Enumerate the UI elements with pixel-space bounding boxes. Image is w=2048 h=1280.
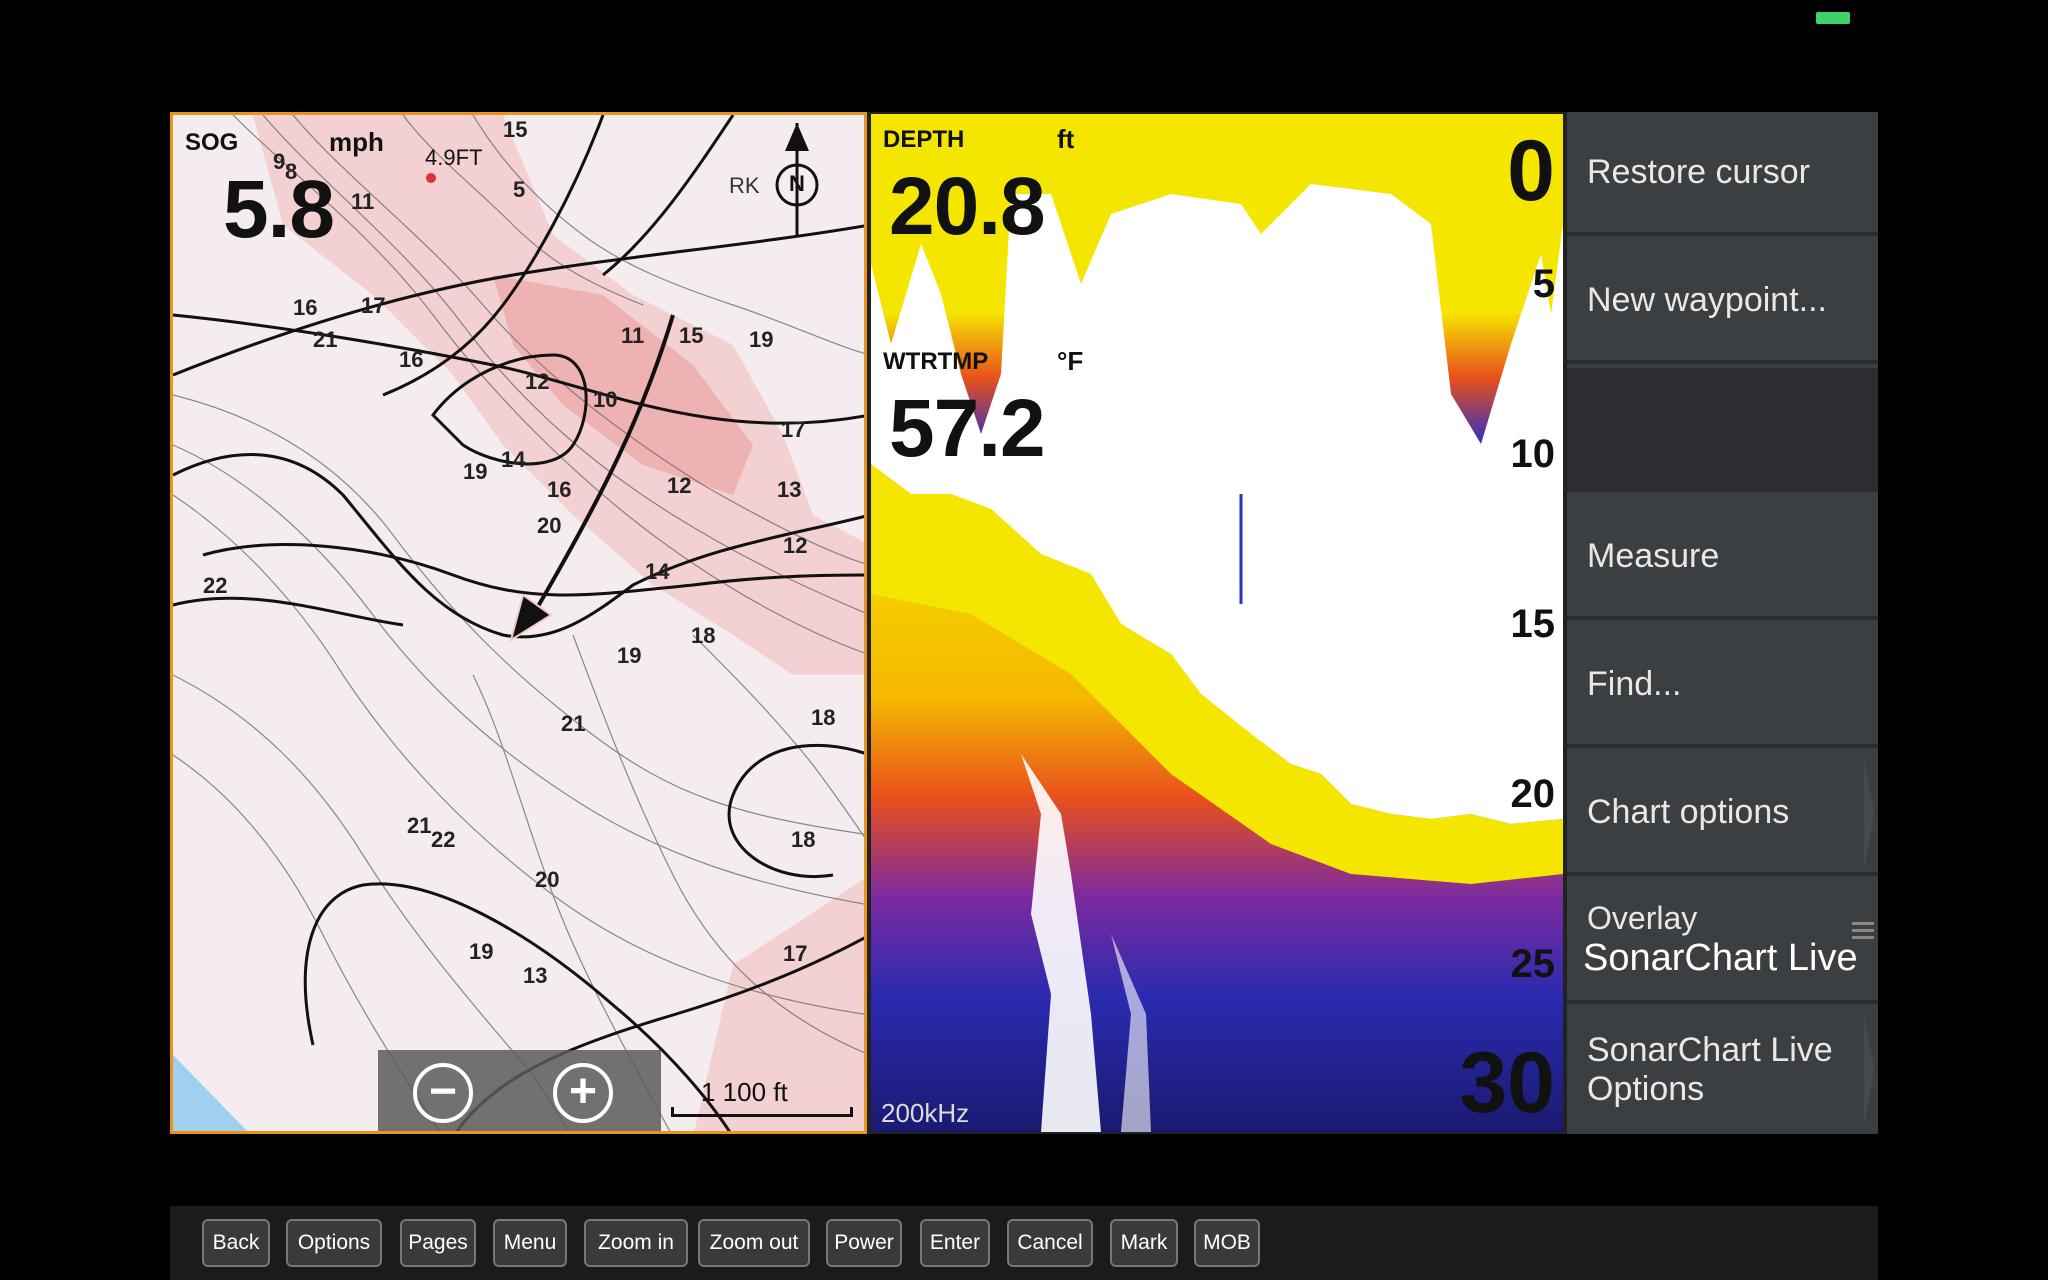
depth-sounding: 18 bbox=[811, 705, 836, 730]
mob-button[interactable]: MOB bbox=[1194, 1219, 1260, 1267]
depth-value: 20.8 bbox=[889, 161, 1046, 252]
wtrtmp-label: WTRTMP bbox=[883, 348, 989, 375]
depth-sounding: 17 bbox=[781, 417, 806, 442]
sog-value: 5.8 bbox=[223, 164, 335, 255]
depth-sounding: 15 bbox=[679, 323, 704, 348]
depth-sounding: 5 bbox=[513, 177, 526, 202]
depth-sounding: 16 bbox=[547, 477, 572, 502]
sog-unit: mph bbox=[329, 127, 384, 157]
depth-sounding: 16 bbox=[399, 347, 424, 372]
sog-label: SOG bbox=[185, 129, 239, 156]
depth-sounding: 17 bbox=[783, 941, 808, 966]
menu-item-label: Chart options bbox=[1587, 792, 1790, 831]
depth-unit: ft bbox=[1057, 124, 1075, 154]
menu-item-find[interactable]: Find... bbox=[1567, 624, 1878, 748]
menu-item-overlay[interactable]: Overlay SonarChart Live bbox=[1567, 880, 1878, 1004]
depth-label: DEPTH bbox=[883, 126, 965, 153]
depth-scale-15: 15 bbox=[1510, 602, 1556, 646]
depth-scale-30: 30 bbox=[1459, 1035, 1555, 1131]
north-icon[interactable]: N bbox=[789, 171, 805, 197]
depth-scale-25: 25 bbox=[1510, 942, 1556, 986]
menu-item-label: Measure bbox=[1587, 536, 1720, 575]
depth-sounding: 13 bbox=[523, 963, 548, 988]
pages-button[interactable]: Pages bbox=[400, 1219, 476, 1267]
power-button[interactable]: Power bbox=[826, 1219, 902, 1267]
menu-item-measure[interactable]: Measure bbox=[1567, 496, 1878, 620]
menu-item-sonarchart-live-options[interactable]: SonarChart Live Options bbox=[1567, 1008, 1878, 1132]
rk-label: RK bbox=[729, 173, 760, 198]
zoom-in-icon[interactable]: + bbox=[553, 1063, 613, 1123]
depth-sounding: 21 bbox=[407, 813, 432, 838]
chart-scale-label: 1 100 ft bbox=[701, 1077, 788, 1107]
list-icon bbox=[1852, 918, 1874, 943]
back-button[interactable]: Back bbox=[202, 1219, 270, 1267]
menu-button[interactable]: Menu bbox=[493, 1219, 567, 1267]
depth-sounding: 20 bbox=[535, 867, 560, 892]
chart-pane[interactable]: SOG mph 5.8 4.9FT RK N 15 9 8 11 5 16 17 21 16 12… bbox=[170, 112, 867, 1134]
depth-sounding: 15 bbox=[503, 117, 528, 142]
menu-item-label: Restore cursor bbox=[1587, 152, 1810, 191]
depth-sounding: 18 bbox=[791, 827, 816, 852]
depth-sounding: 12 bbox=[667, 473, 692, 498]
wtrtmp-value: 57.2 bbox=[889, 383, 1046, 474]
menu-item-label: Find... bbox=[1587, 664, 1682, 703]
depth-sounding: 14 bbox=[645, 559, 670, 584]
depth-sounding: 22 bbox=[203, 573, 228, 598]
submenu-arrow-icon bbox=[1864, 758, 1874, 870]
sonar-echogram[interactable] bbox=[871, 114, 1563, 1132]
mark-button[interactable]: Mark bbox=[1110, 1219, 1178, 1267]
depth-sounding: 18 bbox=[691, 623, 716, 648]
depth-sounding: 19 bbox=[749, 327, 774, 352]
menu-item-restore-cursor[interactable]: Restore cursor bbox=[1567, 112, 1878, 236]
depth-sounding: 19 bbox=[469, 939, 494, 964]
zoom-control-bar: − + bbox=[378, 1050, 661, 1131]
depth-scale-10: 10 bbox=[1510, 432, 1556, 476]
depth-scale-20: 20 bbox=[1510, 772, 1556, 816]
menu-item-chart-options[interactable]: Chart options bbox=[1567, 752, 1878, 876]
menu-item-new-waypoint[interactable]: New waypoint... bbox=[1567, 240, 1878, 364]
zoom-out-icon[interactable]: − bbox=[413, 1063, 473, 1123]
depth-sounding: 20 bbox=[537, 513, 562, 538]
depth-sounding: 21 bbox=[313, 327, 338, 352]
zoom-out-button[interactable]: Zoom out bbox=[698, 1219, 810, 1267]
depth-sounding: 22 bbox=[431, 827, 456, 852]
depth-sounding: 21 bbox=[561, 711, 586, 736]
chart-map[interactable] bbox=[173, 115, 867, 1134]
enter-button[interactable]: Enter bbox=[920, 1219, 990, 1267]
marker-label: 4.9FT bbox=[425, 145, 483, 170]
depth-sounding: 8 bbox=[285, 159, 298, 184]
zoom-in-button[interactable]: Zoom in bbox=[584, 1219, 688, 1267]
depth-sounding: 12 bbox=[525, 369, 550, 394]
overlay-value: SonarChart Live bbox=[1583, 937, 1858, 979]
context-menu: Restore cursor New waypoint... Measure F… bbox=[1567, 112, 1878, 1134]
depth-sounding: 10 bbox=[593, 387, 618, 412]
depth-sounding: 11 bbox=[351, 189, 375, 214]
wtrtmp-unit: °F bbox=[1057, 346, 1084, 376]
battery-indicator bbox=[1816, 12, 1850, 24]
submenu-arrow-icon bbox=[1864, 1014, 1874, 1126]
chart-scale-bar bbox=[671, 1107, 853, 1117]
depth-sounding: 19 bbox=[463, 459, 488, 484]
depth-sounding: 19 bbox=[617, 643, 642, 668]
menu-item-label: New waypoint... bbox=[1587, 280, 1827, 319]
options-button[interactable]: Options bbox=[286, 1219, 382, 1267]
sonar-pane[interactable]: DEPTH ft 20.8 WTRTMP °F 57.2 0 5 10 15 2… bbox=[871, 114, 1563, 1132]
depth-sounding: 12 bbox=[783, 533, 808, 558]
depth-sounding: 11 bbox=[621, 323, 645, 348]
depth-sounding: 16 bbox=[293, 295, 318, 320]
depth-sounding: 13 bbox=[777, 477, 802, 502]
menu-item-label-line2: Options bbox=[1587, 1070, 1705, 1108]
depth-sounding: 9 bbox=[273, 149, 286, 174]
menu-item-label-line1: SonarChart Live bbox=[1587, 1031, 1833, 1069]
depth-scale-0: 0 bbox=[1507, 123, 1555, 219]
depth-scale-5: 5 bbox=[1532, 262, 1555, 306]
depth-sounding: 17 bbox=[361, 293, 386, 318]
depth-sounding: 14 bbox=[501, 447, 526, 472]
menu-item-selected-empty[interactable] bbox=[1567, 368, 1878, 492]
cancel-button[interactable]: Cancel bbox=[1007, 1219, 1093, 1267]
frequency-label: 200kHz bbox=[881, 1098, 970, 1128]
overlay-label: Overlay bbox=[1587, 900, 1698, 936]
